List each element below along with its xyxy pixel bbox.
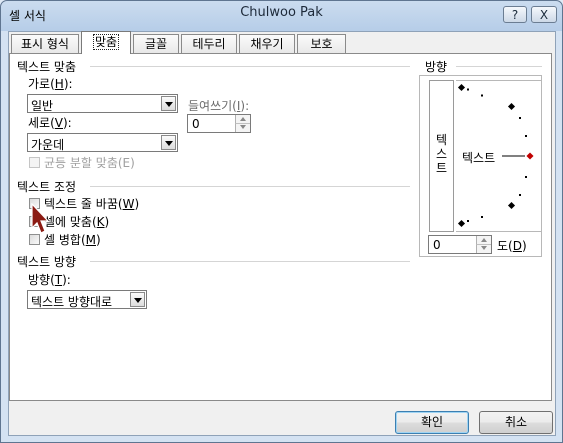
tab-alignment[interactable]: 맞춤 [81, 31, 131, 54]
text-alignment-header: 텍스트 맞춤 [17, 60, 77, 74]
degrees-label: 도(D) [497, 239, 527, 253]
horizontal-label: 가로(H): [28, 77, 73, 91]
spin-up-icon[interactable] [235, 115, 250, 123]
direction-select[interactable]: 텍스트 방향대로 [27, 290, 147, 309]
dial-dot [481, 94, 483, 97]
dial-dot [467, 220, 469, 222]
close-button[interactable]: X [531, 6, 557, 23]
dial-pointer-marker [526, 152, 534, 160]
divider [90, 261, 410, 262]
dial-marker [457, 83, 466, 92]
dial-dot [525, 135, 527, 137]
mouse-cursor-icon [31, 203, 50, 234]
divider [90, 186, 410, 187]
shrink-to-fit-label: 셀에 맞춤(K) [44, 215, 110, 229]
tab-fill[interactable]: 채우기 [239, 34, 295, 53]
tab-font[interactable]: 글꼴 [133, 34, 179, 53]
tab-border[interactable]: 테두리 [181, 34, 237, 53]
spin-down-icon[interactable] [235, 123, 250, 132]
indent-label: 들여쓰기(I): [188, 99, 250, 113]
title-bar: 셀 서식 Chulwoo Pak ? X [1, 1, 562, 29]
degrees-value: 0 [433, 238, 441, 252]
divider [456, 66, 542, 67]
degrees-spinner[interactable]: 0 [428, 235, 492, 254]
wrap-text-label: 텍스트 줄 바꿈(W) [44, 197, 140, 211]
dial-dot [467, 88, 469, 91]
tab-alignment-label: 맞춤 [92, 34, 120, 50]
dial-text: 텍스트 [462, 151, 496, 165]
tab-protection[interactable]: 보호 [297, 34, 346, 53]
orientation-header: 방향 [425, 60, 448, 74]
dial-marker [507, 102, 516, 111]
direction-label: 방향(T): [28, 273, 71, 287]
dial-dot [519, 117, 521, 119]
dial-dot [481, 216, 483, 218]
dial-dot [519, 194, 521, 196]
window-owner: Chulwoo Pak [240, 5, 323, 20]
help-icon: ? [511, 7, 519, 22]
spin-down-icon[interactable] [476, 244, 491, 253]
indent-spinner[interactable]: 0 [187, 114, 251, 133]
close-icon: X [539, 7, 549, 22]
merge-cells-label: 셀 병합(M) [44, 233, 101, 247]
direction-value: 텍스트 방향대로 [31, 295, 113, 309]
tab-number[interactable]: 표시 형식 [11, 34, 79, 53]
vertical-select[interactable]: 가운데 [27, 133, 178, 152]
justify-distributed-label: 균등 분할 맞춤(E) [44, 156, 135, 170]
horizontal-select[interactable]: 일반 [27, 94, 178, 113]
merge-cells-checkbox[interactable] [29, 234, 40, 245]
chevron-down-icon[interactable] [161, 96, 176, 111]
dial-dot [525, 176, 527, 178]
help-button[interactable]: ? [503, 6, 527, 23]
chevron-down-icon[interactable] [130, 292, 145, 307]
indent-value: 0 [192, 117, 200, 131]
vertical-label: 세로(V): [28, 116, 72, 130]
text-direction-header: 텍스트 방향 [17, 255, 77, 269]
cancel-button[interactable]: 취소 [479, 411, 553, 434]
ok-button[interactable]: 확인 [395, 411, 469, 434]
spin-up-icon[interactable] [476, 236, 491, 244]
divider [90, 66, 410, 67]
vertical-value: 가운데 [31, 138, 65, 152]
chevron-down-icon[interactable] [161, 135, 176, 150]
vertical-text-button[interactable]: 텍스트 [429, 80, 454, 232]
horizontal-value: 일반 [31, 99, 54, 113]
vertical-text: 텍스트 [435, 133, 448, 175]
justify-distributed-checkbox[interactable] [29, 157, 40, 168]
dial-marker [507, 201, 516, 210]
text-control-header: 텍스트 조정 [17, 180, 77, 194]
dial-marker [457, 219, 466, 228]
